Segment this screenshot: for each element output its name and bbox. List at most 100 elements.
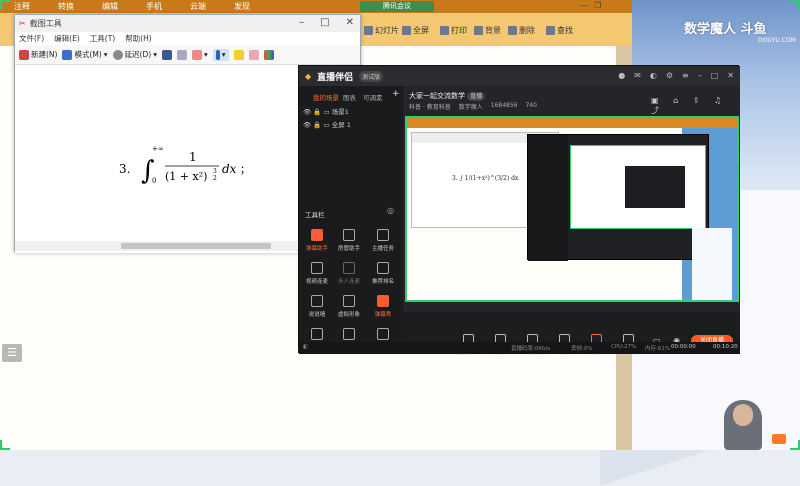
highlighter-button[interactable] <box>233 49 244 60</box>
tab-charts[interactable]: 图表 <box>343 92 356 102</box>
formula-exponent-num: 3 <box>213 168 217 175</box>
pen-button[interactable]: ▾ <box>212 48 229 61</box>
tool-danmaku-assistant[interactable]: 弹幕助手 <box>303 229 331 252</box>
office-tab[interactable]: 云端 <box>176 0 220 13</box>
preview-formula: 3. ∫ 1/(1+x²)^(3/2) dx <box>452 175 519 182</box>
tools-settings-icon[interactable]: ◎ <box>387 206 394 215</box>
floating-menu-icon[interactable]: ☰ <box>2 344 22 362</box>
streamer-name: 数学魔人 <box>458 104 483 111</box>
menu-icon[interactable]: ≡ <box>682 71 689 80</box>
stream-title[interactable]: 大家一起交流数学 直播 <box>409 91 486 101</box>
live-titlebar[interactable]: ◆ 直播伴侣 测试版 ● ✉ ◐ ⚙ ≡ – □ ✕ <box>299 66 740 86</box>
avatar[interactable]: ● <box>618 71 625 80</box>
maximize-icon[interactable]: □ <box>320 17 329 28</box>
tool-host-tasks[interactable]: 主播任务 <box>369 229 397 252</box>
office-tab[interactable]: 手机 <box>132 0 176 13</box>
avatar-icon <box>343 295 355 307</box>
stream-timer-right: 00:10:20 <box>713 344 738 350</box>
scrollbar-thumb[interactable] <box>121 243 271 249</box>
meeting-indicator[interactable]: 腾讯会议 <box>360 1 434 12</box>
capture-corner <box>0 440 10 450</box>
message-icon[interactable]: ✉ <box>634 71 641 80</box>
snip-toolbar: 新建(N) 模式(M) ▾ 延迟(D) ▾ ▾ ▾ <box>15 45 360 65</box>
tool-danmaku-show[interactable]: 弹幕秀 <box>369 295 397 318</box>
maximize-icon[interactable]: □ <box>711 71 719 80</box>
tool-avatar[interactable]: 虚拟形象 <box>335 295 363 318</box>
ribbon-delete-button[interactable]: 删除 <box>508 25 535 36</box>
tool-virtual-bg[interactable] <box>335 328 363 343</box>
video-link-icon <box>311 262 323 274</box>
live-stream-window[interactable]: ◆ 直播伴侣 测试版 ● ✉ ◐ ⚙ ≡ – □ ✕ 我的场景 图表 可调素 +… <box>298 65 740 356</box>
live-status-bar: ◧ 直播码率:0Kb/s 丢帧:0% CPU:27% 内存:61% 00:00:… <box>299 342 740 354</box>
tool-wall[interactable]: 说说墙 <box>303 295 331 318</box>
mode-icon <box>62 49 73 60</box>
scene-item[interactable]: 👁 🔒 ▭ 全屏 1 <box>303 119 351 129</box>
eraser-button[interactable] <box>248 49 259 60</box>
scissors-icon: ✂ <box>19 19 26 28</box>
office-tab[interactable]: 转换 <box>44 0 88 13</box>
minimize-icon[interactable]: – <box>299 17 304 28</box>
paint-icon <box>263 49 274 60</box>
ribbon-print-button[interactable]: 打印 <box>440 25 467 36</box>
live-sidebar: 我的场景 图表 可调素 + 👁 🔒 ▭ 场景1 👁 🔒 ▭ 全屏 1 工具栏 ◎… <box>299 86 403 354</box>
tool-room-manager[interactable]: 房管助手 <box>335 229 363 252</box>
office-tab[interactable]: 发现 <box>220 0 264 13</box>
mode-button[interactable]: 模式(M) ▾ <box>62 49 108 60</box>
tools-title: 工具栏 <box>305 211 325 219</box>
tool-multi-link[interactable]: 多人连麦 <box>335 262 363 285</box>
send-button[interactable]: ▾ <box>191 49 208 60</box>
delay-button[interactable]: 延迟(D) ▾ <box>112 49 157 60</box>
skin-icon[interactable]: ◐ <box>650 71 657 80</box>
new-snip-button[interactable]: 新建(N) <box>19 49 57 60</box>
save-icon <box>161 49 172 60</box>
menu-file[interactable]: 文件(F) <box>19 33 44 44</box>
live-window-controls: ● ✉ ◐ ⚙ ≡ – □ ✕ <box>618 71 734 80</box>
restore-icon[interactable]: ❐ <box>594 1 601 10</box>
ribbon-slides-button[interactable]: 幻灯片 <box>364 25 399 36</box>
menu-edit[interactable]: 编辑(E) <box>54 33 80 44</box>
paint-button[interactable] <box>263 49 274 60</box>
stream-category[interactable]: 科普 · 教育科普 <box>409 102 451 111</box>
tool-video-link[interactable]: 视频连麦 <box>303 262 331 285</box>
stream-preview[interactable]: 3. ∫ 1/(1+x²)^(3/2) dx <box>405 116 739 302</box>
integral-formula: 3. ∫ +∞ 0 1 (1 + x²) 3 2 dx ； <box>119 141 250 187</box>
formula-numerator: 1 <box>189 150 197 164</box>
minimize-icon[interactable]: – <box>698 71 702 80</box>
tool-beauty[interactable] <box>303 328 331 343</box>
formula-upper-limit: +∞ <box>152 145 164 153</box>
scene-item[interactable]: 👁 🔒 ▭ 场景1 <box>303 106 349 116</box>
snip-titlebar[interactable]: ✂ 截图工具 – □ ✕ <box>15 15 360 32</box>
tab-adjust[interactable]: 可调素 <box>363 92 383 102</box>
tool-download[interactable] <box>369 328 397 343</box>
stream-watermark: 数学魔人 斗鱼 <box>684 22 767 37</box>
stream-meta: 科普 · 教育科普 数学魔人 1684856 740 <box>409 102 537 111</box>
preview-nested-live-window <box>527 134 709 261</box>
ranking-icon <box>377 262 389 274</box>
ribbon-background-button[interactable]: 背景 <box>474 25 501 36</box>
webcam-badge-icon <box>772 434 786 444</box>
ribbon-fullscreen-button[interactable]: 全屏 <box>402 25 429 36</box>
settings-icon[interactable]: ⚙ <box>666 71 673 80</box>
help-link[interactable]: ◧ <box>303 344 308 350</box>
minimize-icon[interactable]: — <box>580 1 588 10</box>
save-button[interactable] <box>161 49 172 60</box>
fullscreen-icon <box>402 26 411 35</box>
close-icon[interactable]: ✕ <box>727 71 734 80</box>
add-scene-icon[interactable]: + <box>392 89 400 99</box>
snip-menubar: 文件(F) 编辑(E) 工具(T) 帮助(H) <box>15 32 360 45</box>
tool-ranking[interactable]: 推荐排名 <box>369 262 397 285</box>
stream-header-icons[interactable]: ▣ ⌂ ⇪ ♫ ⤴ <box>651 96 740 116</box>
capture-corner <box>790 440 800 450</box>
slides-icon <box>364 26 373 35</box>
menu-tools[interactable]: 工具(T) <box>90 33 115 44</box>
chevron-down-icon: ▾ <box>153 50 157 59</box>
stream-tag: 直播 <box>467 92 486 101</box>
formula-number: 3. <box>119 162 130 176</box>
menu-help[interactable]: 帮助(H) <box>125 33 152 44</box>
tab-scenes[interactable]: 我的场景 <box>313 92 339 102</box>
office-tab[interactable]: 编辑 <box>88 0 132 13</box>
close-icon[interactable]: ✕ <box>346 17 354 28</box>
copy-button[interactable] <box>176 49 187 60</box>
ribbon-find-button[interactable]: 查找 <box>546 25 573 36</box>
send-icon <box>191 49 202 60</box>
